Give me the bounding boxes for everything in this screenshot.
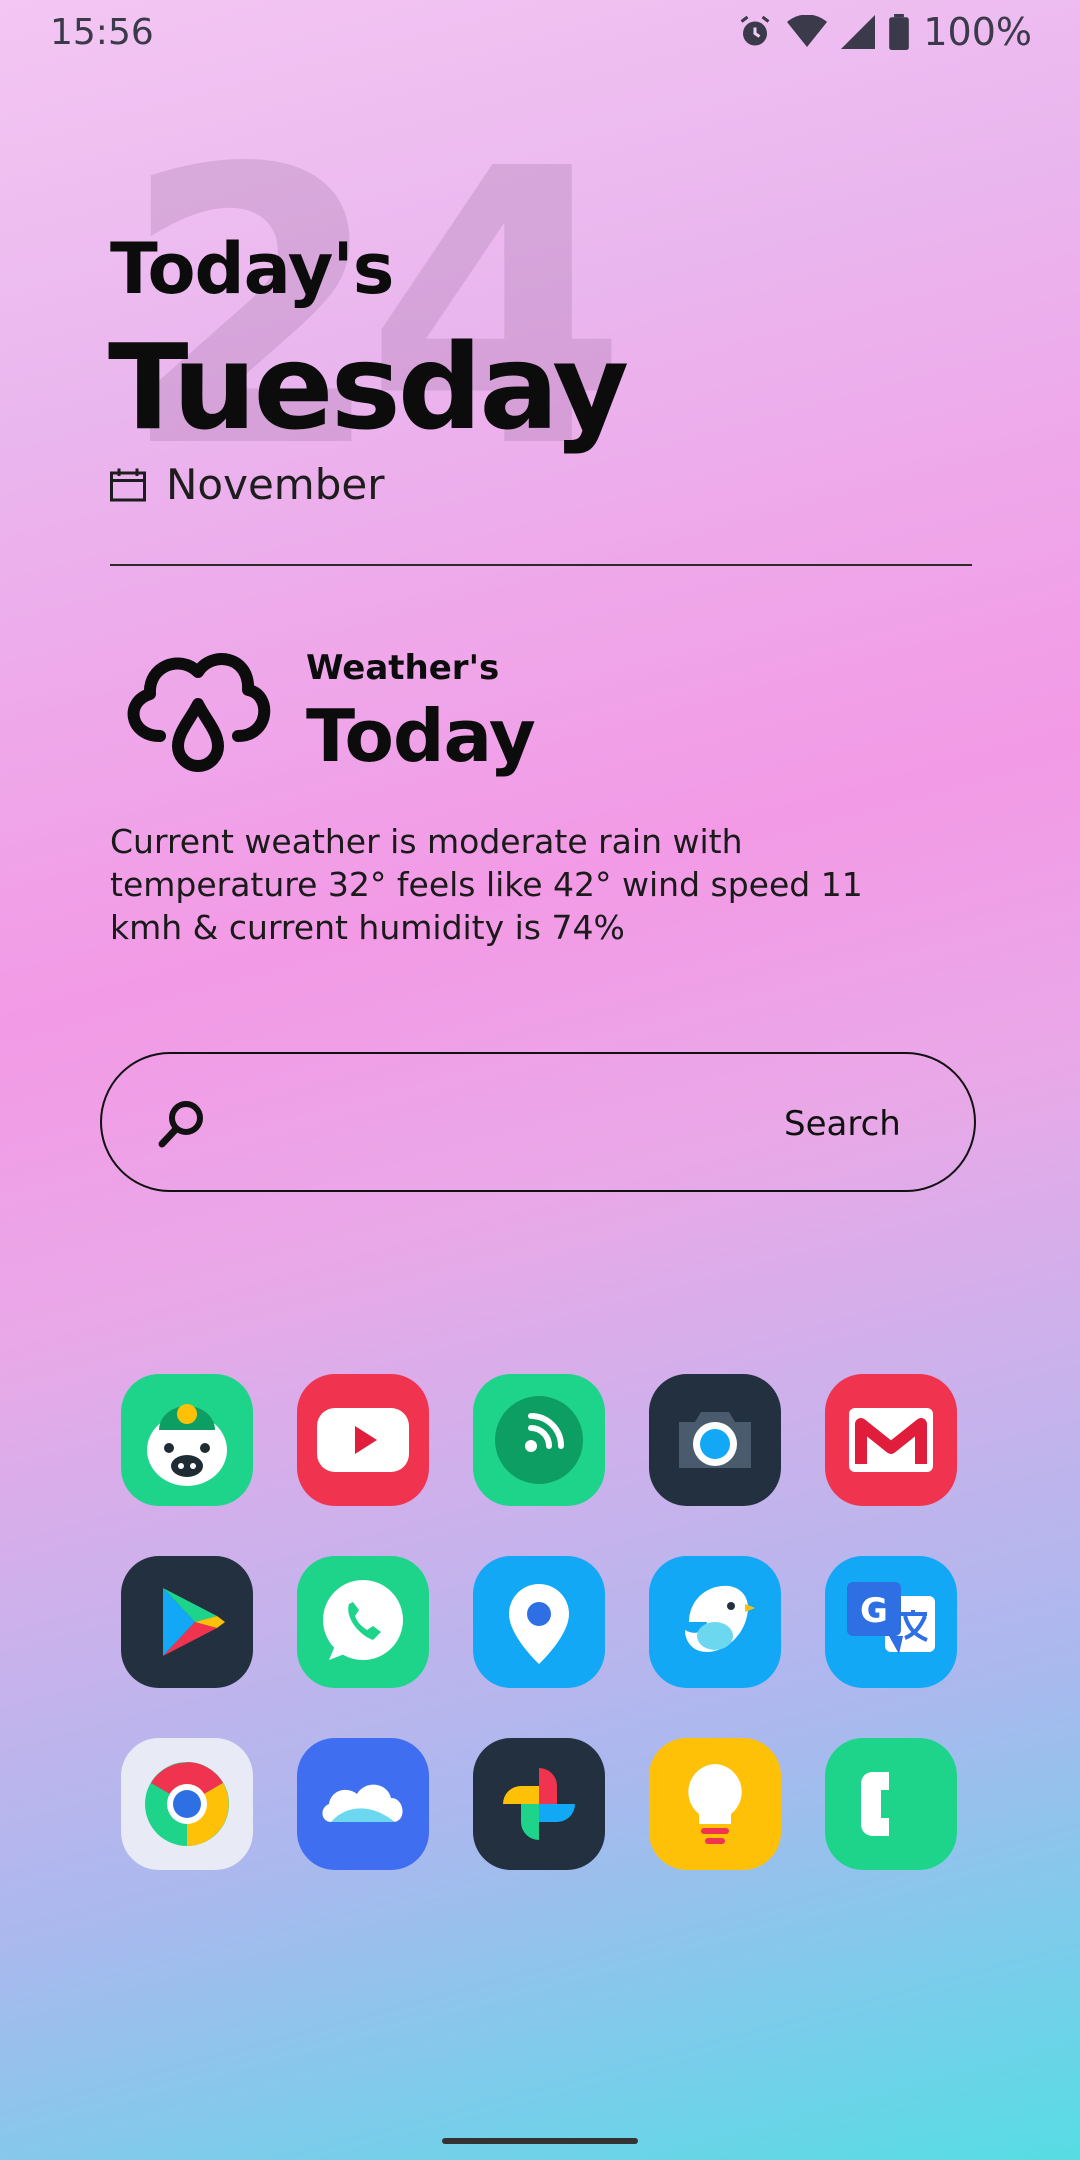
signal-icon [841,15,876,49]
podcast-app-icon[interactable] [473,1374,605,1506]
search-label[interactable]: Search [784,1104,901,1144]
lightbulb-app-icon[interactable] [649,1738,781,1870]
chrome-app-icon[interactable] [121,1738,253,1870]
weather-label: Weather's [306,648,500,688]
youtube-app-icon[interactable] [297,1374,429,1506]
wifi-icon [787,15,828,47]
piggy-bank-app-icon[interactable] [121,1374,253,1506]
camera-app-icon[interactable] [649,1374,781,1506]
phone-app-icon[interactable] [825,1738,957,1870]
search-icon[interactable] [156,1098,208,1150]
bird-app-icon[interactable] [649,1556,781,1688]
svg-text:G: G [860,1591,888,1631]
month-label: November [166,460,385,509]
weekday-title: Tuesday [108,318,629,456]
weather-description: Current weather is moderate rain with te… [110,822,863,947]
gesture-nav-bar[interactable] [442,2138,638,2144]
translate-app-icon[interactable]: G [825,1556,957,1688]
todays-label: Today's [110,228,394,310]
divider [110,564,972,566]
status-icons: 100% [737,10,1032,54]
cloud-app-icon[interactable] [297,1738,429,1870]
gmail-app-icon[interactable] [825,1374,957,1506]
rain-cloud-icon [127,653,271,772]
alarm-icon [740,15,770,46]
month-row: November [110,460,385,509]
weather-title: Today [306,694,536,778]
battery-icon [889,14,910,50]
calendar-icon [110,468,146,501]
status-time: 15:56 [50,12,154,53]
whatsapp-app-icon[interactable] [297,1556,429,1688]
maps-app-icon[interactable] [473,1556,605,1688]
photos-app-icon[interactable] [473,1738,605,1870]
play-store-app-icon[interactable] [121,1556,253,1688]
battery-percent: 100% [923,10,1032,54]
